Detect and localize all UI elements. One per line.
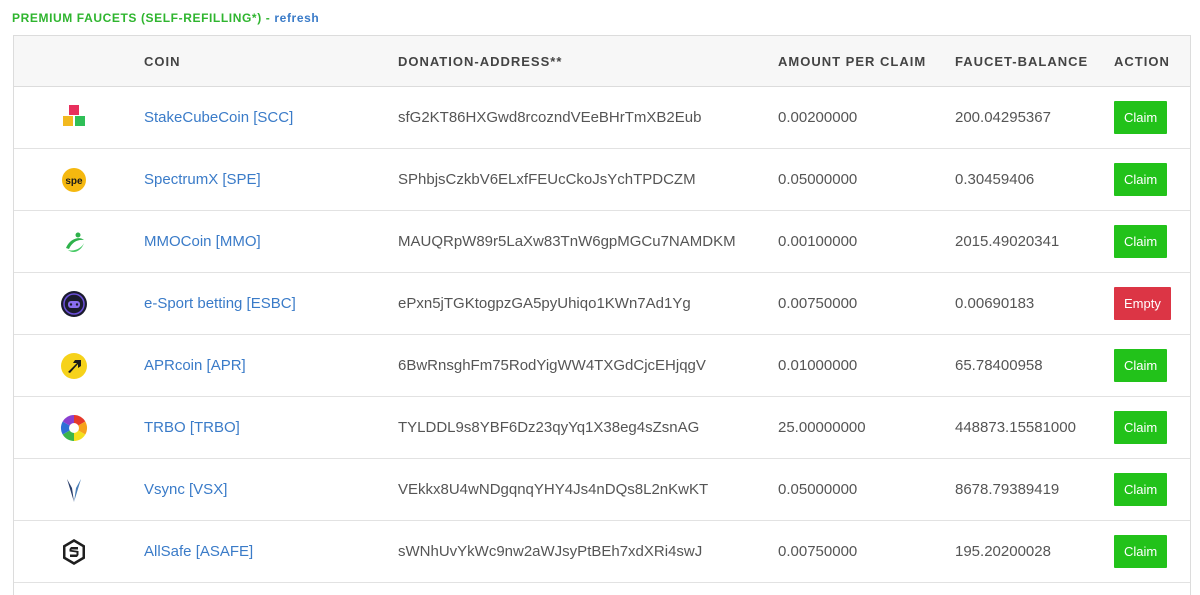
faucet-balance: 2015.49020341 [955,233,1060,250]
allsafe-icon [54,521,94,582]
donation-address: VEkkx8U4wNDgqnqYHY4Js4nDQs8L2nKwKT [398,481,709,498]
claim-button[interactable]: Claim [1114,101,1168,134]
amount-per-claim: 0.01000000 [778,357,858,374]
refresh-link[interactable]: refresh [274,11,319,25]
table-row: spe SpectrumX [SPE] SPhbjsCzkbV6ELxfFEUc… [14,149,1190,211]
spectrumx-icon: spe [54,149,94,210]
claim-button[interactable]: Claim [1114,473,1168,506]
section-title: PREMIUM FAUCETS (SELF-REFILLING*) - refres… [12,11,319,25]
header-balance: FAUCET-BALANCE [955,53,1089,69]
esport-betting-icon [54,273,94,334]
donation-address: ePxn5jTGKtogpzGA5pyUhiqo1KWn7Ad1Yg [398,295,691,312]
amount-per-claim: 0.05000000 [778,171,858,188]
header-amount: AMOUNT PER CLAIM [778,53,927,69]
coin-link[interactable]: APRcoin [APR] [144,357,246,374]
coin-link[interactable]: e-Sport betting [ESBC] [144,295,296,312]
donation-address: sfG2KT86HXGwd8rcozndVEeBHrTmXB2Eub [398,109,702,126]
coin-link[interactable]: Vsync [VSX] [144,481,227,498]
faucet-balance: 0.30459406 [955,171,1035,188]
amount-per-claim: 25.00000000 [778,419,866,436]
faucet-balance: 65.78400958 [955,357,1043,374]
table-row: Vsync [VSX] VEkkx8U4wNDgqnqYHY4Js4nDQs8L… [14,459,1190,521]
faucets-table: COIN DONATION-ADDRESS** AMOUNT PER CLAIM… [13,35,1191,595]
empty-button[interactable]: Empty [1114,287,1171,320]
faucet-balance: 200.04295367 [955,109,1051,126]
faucet-balance: 195.20200028 [955,543,1051,560]
claim-button[interactable]: Claim [1114,349,1168,382]
mmocoin-icon [54,211,94,272]
coin-link[interactable]: TRBO [TRBO] [144,419,240,436]
table-row: APRcoin [APR] 6BwRnsghFm75RodYigWW4TXGdC… [14,335,1190,397]
faucet-balance: 448873.15581000 [955,419,1076,436]
donation-address: 6BwRnsghFm75RodYigWW4TXGdCjcEHjqgV [398,357,706,374]
amount-per-claim: 0.05000000 [778,481,858,498]
claim-button[interactable]: Claim [1114,535,1168,568]
amount-per-claim: 0.00200000 [778,109,858,126]
donation-address: SPhbjsCzkbV6ELxfFEUcCkoJsYchTPDCZM [398,171,696,188]
stakecube-icon [54,87,94,148]
section-title-text: PREMIUM FAUCETS (SELF-REFILLING*) [12,11,262,25]
claim-button[interactable]: Claim [1114,411,1168,444]
donation-address: TYLDDL9s8YBF6Dz23qyYq1X38eg4sZsnAG [398,419,700,436]
amount-per-claim: 0.00750000 [778,543,858,560]
faucet-balance: 8678.79389419 [955,481,1060,498]
table-row: AllSafe [ASAFE] sWNhUvYkWc9nw2aWJsyPtBEh… [14,521,1190,583]
coin-link[interactable]: AllSafe [ASAFE] [144,543,253,560]
amount-per-claim: 0.00100000 [778,233,858,250]
aprcoin-icon [54,335,94,396]
header-action: ACTION [1114,53,1170,69]
amount-per-claim: 0.00750000 [778,295,858,312]
header-coin: COIN [144,53,181,69]
donation-address: sWNhUvYkWc9nw2aWJsyPtBEh7xdXRi4swJ [398,543,703,560]
coin-link[interactable]: StakeCubeCoin [SCC] [144,109,293,126]
trbo-icon [54,397,94,458]
title-separator: - [265,11,271,25]
table-row: MMOCoin [MMO] MAUQRpW89r5LaXw83TnW6gpMGC… [14,211,1190,273]
table-header-row: COIN DONATION-ADDRESS** AMOUNT PER CLAIM… [14,36,1190,87]
header-address: DONATION-ADDRESS** [398,53,563,69]
donation-address: MAUQRpW89r5LaXw83TnW6gpMGCu7NAMDKM [398,233,736,250]
svg-text:spe: spe [65,176,83,187]
table-row: TRBO [TRBO] TYLDDL9s8YBF6Dz23qyYq1X38eg4… [14,397,1190,459]
coin-link[interactable]: SpectrumX [SPE] [144,171,261,188]
vsync-icon [54,459,94,520]
claim-button[interactable]: Claim [1114,163,1168,196]
faucet-balance: 0.00690183 [955,295,1035,312]
table-row: e-Sport betting [ESBC] ePxn5jTGKtogpzGA5… [14,273,1190,335]
coin-link[interactable]: MMOCoin [MMO] [144,233,261,250]
table-row: StakeCubeCoin [SCC] sfG2KT86HXGwd8rcoznd… [14,87,1190,149]
claim-button[interactable]: Claim [1114,225,1168,258]
